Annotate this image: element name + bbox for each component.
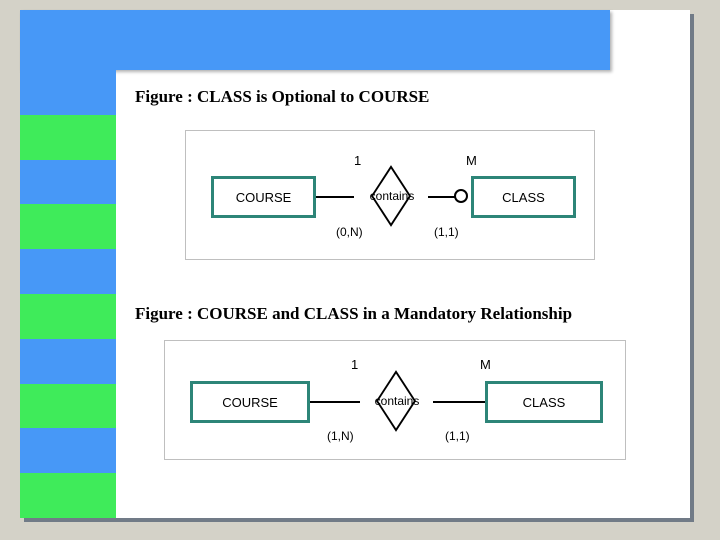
figure1-caption: Figure : CLASS is Optional to COURSE <box>135 87 429 107</box>
entity-course: COURSE <box>211 176 316 218</box>
entity-course: COURSE <box>190 381 310 423</box>
relationship-label: contains <box>375 394 420 408</box>
cardinality-left-bottom: (0,N) <box>336 225 363 239</box>
cardinality-right-top: M <box>480 357 491 372</box>
left-stripes <box>20 70 116 518</box>
entity-class: CLASS <box>485 381 603 423</box>
figure2-caption: Figure : COURSE and CLASS in a Mandatory… <box>135 304 572 324</box>
stripe <box>20 473 116 518</box>
stripe <box>20 204 116 249</box>
connector-line <box>433 401 485 403</box>
entity-label: CLASS <box>523 395 566 410</box>
relationship-diamond: contains <box>358 178 426 214</box>
entity-class: CLASS <box>471 176 576 218</box>
cardinality-left-top: 1 <box>351 357 358 372</box>
optional-circle-icon <box>454 189 468 203</box>
cardinality-right-top: M <box>466 153 477 168</box>
stripe <box>20 160 116 205</box>
header-bar <box>20 10 610 70</box>
figure2-diagram: COURSE CLASS contains 1 M (1,N) (1,1) <box>164 340 626 460</box>
connector-line <box>316 196 354 198</box>
stripe <box>20 294 116 339</box>
relationship-diamond: contains <box>363 383 431 419</box>
relationship-label: contains <box>370 189 415 203</box>
stripe <box>20 384 116 429</box>
figure1-diagram: COURSE CLASS contains 1 M (0,N) (1,1) <box>185 130 595 260</box>
stripe <box>20 249 116 294</box>
stripe <box>20 428 116 473</box>
stripe <box>20 70 116 115</box>
connector-line <box>428 196 456 198</box>
entity-label: CLASS <box>502 190 545 205</box>
connector-line <box>310 401 360 403</box>
cardinality-right-bottom: (1,1) <box>434 225 459 239</box>
cardinality-left-bottom: (1,N) <box>327 429 354 443</box>
stripe <box>20 339 116 384</box>
cardinality-left-top: 1 <box>354 153 361 168</box>
entity-label: COURSE <box>236 190 292 205</box>
main-panel: Figure : CLASS is Optional to COURSE COU… <box>20 10 690 518</box>
cardinality-right-bottom: (1,1) <box>445 429 470 443</box>
entity-label: COURSE <box>222 395 278 410</box>
stripe <box>20 115 116 160</box>
